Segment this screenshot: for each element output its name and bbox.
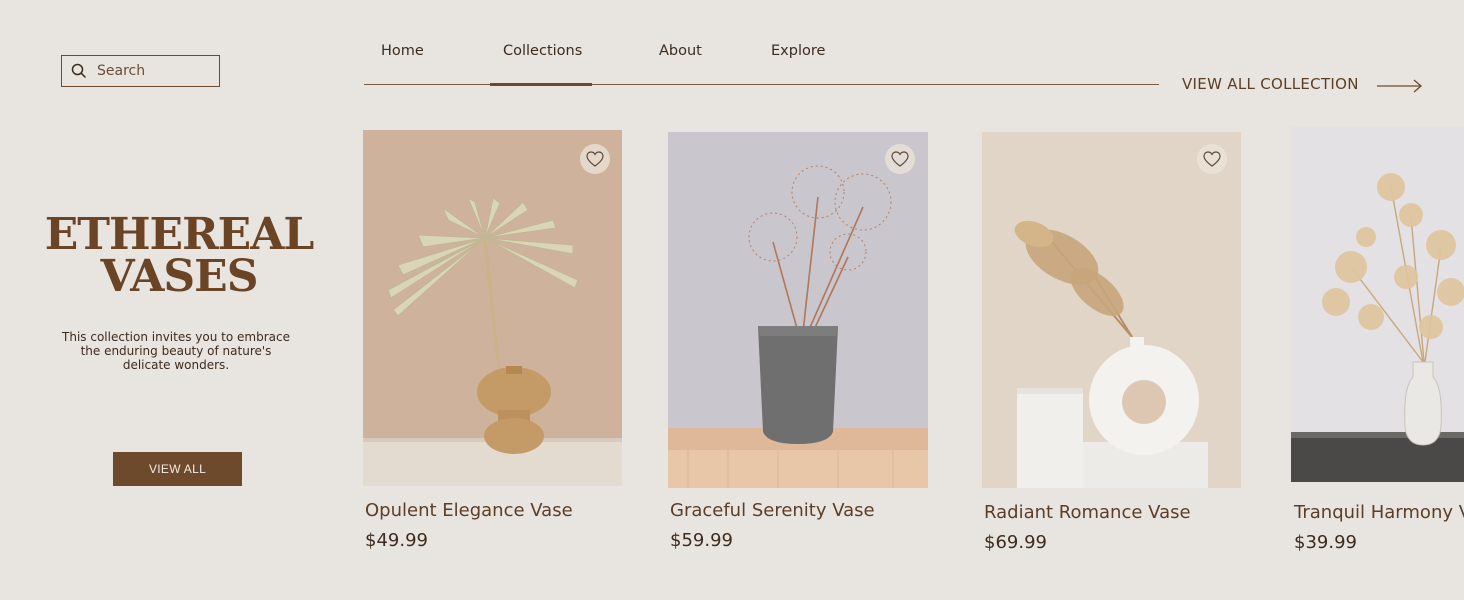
vase-photo: [1291, 127, 1464, 482]
product-price: $39.99: [1294, 532, 1357, 553]
hero-title: ETHEREAL VASES: [40, 209, 318, 302]
heart-icon: [891, 151, 909, 167]
product-name[interactable]: Radiant Romance Vase: [984, 502, 1191, 523]
nav-collections[interactable]: Collections: [503, 43, 582, 59]
product-price: $69.99: [984, 532, 1047, 553]
nav-about[interactable]: About: [659, 43, 702, 59]
product-name[interactable]: Tranquil Harmony Vase: [1294, 502, 1464, 523]
vase-photo: [982, 132, 1241, 488]
search-input[interactable]: [95, 62, 209, 80]
product-name[interactable]: Graceful Serenity Vase: [670, 500, 875, 521]
product-price: $59.99: [670, 530, 733, 551]
hero-description: This collection invites you to embrace t…: [62, 330, 290, 372]
heart-icon: [586, 151, 604, 167]
product-price: $49.99: [365, 530, 428, 551]
product-image-opulent[interactable]: [363, 130, 622, 486]
favorite-button[interactable]: [580, 144, 610, 174]
vase-photo: [668, 132, 928, 488]
favorite-button[interactable]: [1197, 144, 1227, 174]
search-box[interactable]: [61, 55, 220, 87]
nav-active-indicator: [490, 83, 592, 86]
arrow-right-icon[interactable]: [1376, 78, 1424, 94]
vase-photo: [363, 130, 622, 486]
favorite-button[interactable]: [885, 144, 915, 174]
hero-title-line2: VASES: [100, 251, 259, 302]
view-all-button[interactable]: VIEW ALL: [113, 452, 242, 486]
nav-explore[interactable]: Explore: [771, 43, 825, 59]
product-image-graceful[interactable]: [668, 132, 928, 488]
search-icon: [71, 63, 87, 79]
product-image-tranquil[interactable]: [1291, 127, 1464, 482]
view-all-collection-link[interactable]: VIEW ALL COLLECTION: [1182, 75, 1359, 93]
nav-divider: [364, 84, 1159, 85]
product-name[interactable]: Opulent Elegance Vase: [365, 500, 573, 521]
hero-title-line1: ETHEREAL: [44, 209, 315, 260]
product-image-radiant[interactable]: [982, 132, 1241, 488]
nav-home[interactable]: Home: [381, 43, 424, 59]
heart-icon: [1203, 151, 1221, 167]
